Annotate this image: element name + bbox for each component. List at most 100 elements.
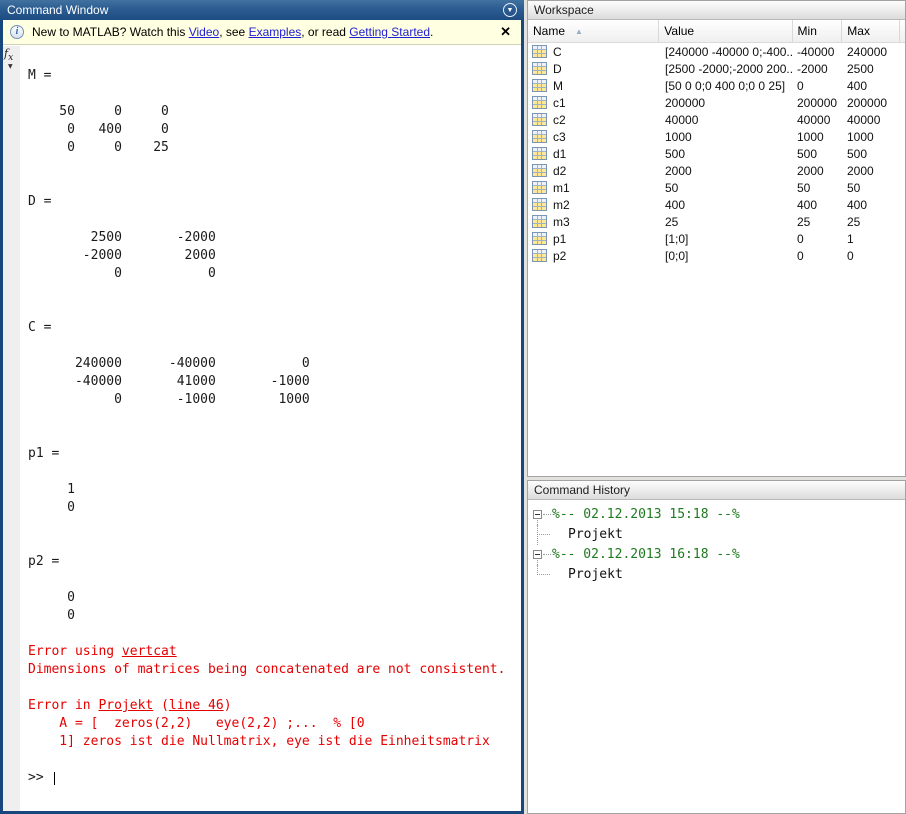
function-hints-button[interactable]: fx▼ [4,48,19,72]
console-line: Dimensions of matrices being concatenate… [28,661,521,679]
getting-started-link[interactable]: Getting Started [349,25,430,39]
workspace-titlebar[interactable]: Workspace [528,1,905,20]
error-link-projekt[interactable]: Projekt [98,698,153,713]
console-gutter [3,46,20,811]
console-line [28,301,521,319]
matrix-icon [532,79,547,92]
workspace-variable-list: C[240000 -40000 0;-400...-40000240000D[2… [528,43,905,264]
examples-link[interactable]: Examples [249,25,302,39]
workspace-row-p2[interactable]: p2[0;0]00 [528,247,905,264]
workspace-row-c3[interactable]: c3100010001000 [528,128,905,145]
workspace-row-m3[interactable]: m3252525 [528,213,905,230]
collapse-toggle-icon[interactable] [533,510,542,519]
console-area[interactable]: M = 50 0 0 0 400 0 0 0 25D = 2500 -2000 … [3,46,521,811]
command-window-titlebar[interactable]: Command Window ▼ [0,0,524,20]
panel-menu-button[interactable]: ▼ [503,3,517,17]
workspace-column-header: Name ▲ Value Min Max [528,20,905,43]
command-text: Projekt [568,565,623,585]
variable-max: 200000 [844,96,902,110]
console-line: M = [28,67,521,85]
variable-name-cell: c1 [528,96,660,110]
variable-name-cell: m3 [528,215,660,229]
column-header-name[interactable]: Name ▲ [528,20,659,42]
variable-max: 0 [844,249,902,263]
variable-name: d2 [553,164,566,178]
variable-min: 0 [794,79,844,93]
workspace-row-D[interactable]: D[2500 -2000;-2000 200...-20002500 [528,60,905,77]
column-header-max[interactable]: Max [842,20,900,42]
workspace-row-M[interactable]: M[50 0 0;0 400 0;0 0 25]0400 [528,77,905,94]
console-text: Error using [28,644,122,659]
history-command[interactable]: Projekt [528,525,905,545]
video-link[interactable]: Video [189,25,219,39]
history-command[interactable]: Projekt [528,565,905,585]
workspace-row-C[interactable]: C[240000 -40000 0;-400...-40000240000 [528,43,905,60]
variable-max: 2000 [844,164,902,178]
matrix-icon [532,45,547,58]
console-line [28,463,521,481]
variable-min: 0 [794,249,844,263]
close-icon[interactable]: ✕ [497,24,514,40]
banner-mid2: , or read [301,25,349,39]
console-output: M = 50 0 0 0 400 0 0 0 25D = 2500 -2000 … [20,46,521,787]
history-session-header[interactable]: %-- 02.12.2013 16:18 --% [528,545,905,565]
variable-name-cell: p2 [528,249,660,263]
variable-name-cell: c2 [528,113,660,127]
variable-max: 400 [844,79,902,93]
variable-max: 400 [844,198,902,212]
collapse-toggle-icon[interactable] [533,550,542,559]
console-text: 0 400 0 [28,122,169,137]
column-name-label: Name [533,24,565,38]
workspace-panel: Workspace Name ▲ Value Min Max C[240000 … [527,0,906,477]
console-text: Dimensions of matrices being concatenate… [28,662,505,677]
variable-min: 200000 [794,96,844,110]
console-text: 0 0 [28,266,216,281]
console-line: C = [28,319,521,337]
matrix-icon [532,215,547,228]
info-icon: i [10,25,24,39]
command-history-title: Command History [534,483,630,497]
variable-max: 25 [844,215,902,229]
variable-name: p1 [553,232,566,246]
variable-value: 500 [660,147,794,161]
console-text: 0 [28,500,75,515]
workspace-row-p1[interactable]: p1[1;0]01 [528,230,905,247]
variable-min: -40000 [794,45,844,59]
column-min-label: Min [798,24,817,38]
console-line [28,535,521,553]
workspace-row-c2[interactable]: c2400004000040000 [528,111,905,128]
console-line: 0 0 [28,265,521,283]
variable-name-cell: m2 [528,198,660,212]
variable-name-cell: C [528,45,660,59]
error-link-vertcat[interactable]: vertcat [122,644,177,659]
command-history-titlebar[interactable]: Command History [528,481,905,500]
variable-max: 500 [844,147,902,161]
variable-name: c2 [553,113,566,127]
workspace-row-m1[interactable]: m1505050 [528,179,905,196]
variable-min: 40000 [794,113,844,127]
history-session-header[interactable]: %-- 02.12.2013 15:18 --% [528,505,905,525]
console-line [28,49,521,67]
console-line: -40000 41000 -1000 [28,373,521,391]
console-line: Error using vertcat [28,643,521,661]
variable-value: 40000 [660,113,794,127]
console-text: >> [28,770,51,785]
variable-max: 1 [844,232,902,246]
tree-connector [537,565,550,575]
workspace-row-m2[interactable]: m2400400400 [528,196,905,213]
column-header-value[interactable]: Value [659,20,792,42]
console-line: 0 0 25 [28,139,521,157]
workspace-title: Workspace [534,3,594,17]
workspace-row-d2[interactable]: d2200020002000 [528,162,905,179]
workspace-row-c1[interactable]: c1200000200000200000 [528,94,905,111]
error-link-line-46[interactable]: line 46 [169,698,224,713]
tree-connector [543,554,551,555]
matrix-icon [532,198,547,211]
variable-name-cell: D [528,62,660,76]
variable-value: 200000 [660,96,794,110]
column-header-min[interactable]: Min [793,20,843,42]
console-text: 2500 -2000 [28,230,216,245]
variable-min: 1000 [794,130,844,144]
workspace-row-d1[interactable]: d1500500500 [528,145,905,162]
variable-max: 2500 [844,62,902,76]
